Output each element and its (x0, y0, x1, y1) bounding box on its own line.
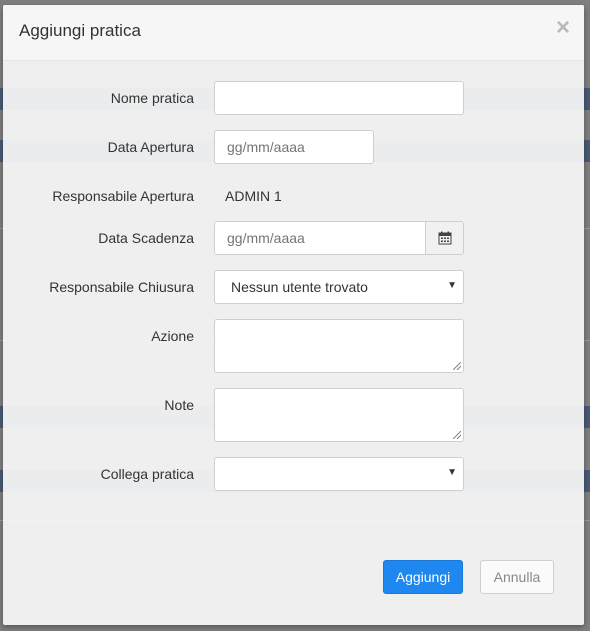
resize-grip-icon[interactable] (453, 362, 461, 370)
collega-pratica-select[interactable]: ▼ (214, 457, 464, 491)
responsabile-apertura-label: Responsabile Apertura (52, 188, 194, 204)
responsabile-chiusura-selected: Nessun utente trovato (231, 279, 368, 295)
azione-label: Azione (151, 328, 194, 344)
dropdown-caret-icon: ▼ (447, 467, 457, 478)
aggiungi-button[interactable]: Aggiungi (383, 560, 463, 594)
data-apertura-label: Data Apertura (107, 139, 194, 155)
azione-textarea[interactable] (214, 319, 464, 373)
note-label: Note (164, 397, 194, 413)
close-icon[interactable]: × (556, 15, 570, 41)
add-practice-modal: Aggiungi pratica × Nome pratica Data Ape… (3, 5, 584, 625)
calendar-icon[interactable] (425, 222, 463, 254)
data-scadenza-group (214, 221, 464, 255)
note-textarea[interactable] (214, 388, 464, 442)
resize-grip-icon[interactable] (453, 431, 461, 439)
collega-pratica-label: Collega pratica (100, 466, 194, 482)
responsabile-chiusura-select[interactable]: Nessun utente trovato ▼ (214, 270, 464, 304)
responsabile-apertura-value: ADMIN 1 (225, 188, 282, 204)
nome-pratica-label: Nome pratica (110, 90, 194, 106)
data-scadenza-input[interactable] (215, 222, 425, 254)
data-apertura-input[interactable] (214, 130, 374, 164)
modal-title: Aggiungi pratica (19, 21, 141, 40)
responsabile-chiusura-label: Responsabile Chiusura (49, 279, 194, 295)
modal-header: Aggiungi pratica × (3, 5, 584, 61)
dropdown-caret-icon: ▼ (447, 280, 457, 291)
annulla-button[interactable]: Annulla (480, 560, 554, 594)
nome-pratica-input[interactable] (214, 81, 464, 115)
data-scadenza-label: Data Scadenza (98, 230, 194, 246)
